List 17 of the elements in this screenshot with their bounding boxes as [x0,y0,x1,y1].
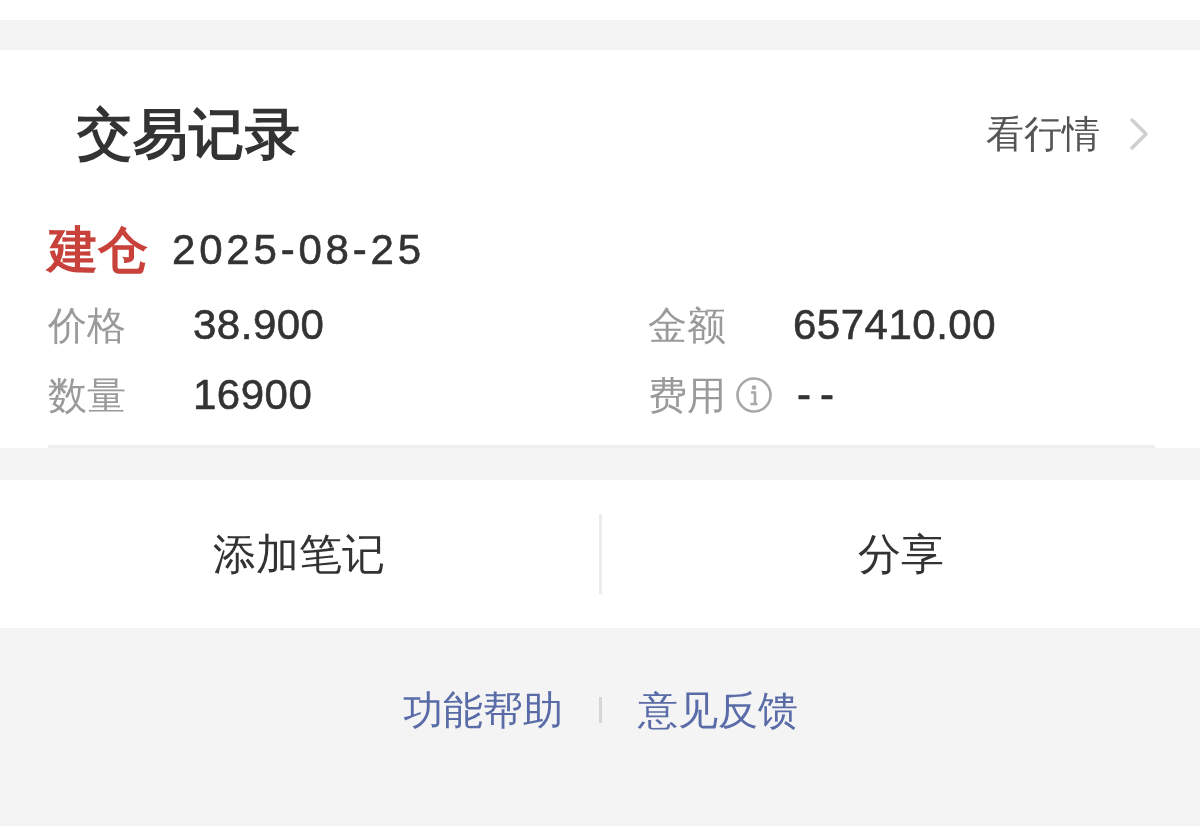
feedback-link[interactable]: 意见反馈 [637,690,798,730]
chevron-right-icon [1130,118,1148,150]
info-icon[interactable] [736,377,772,413]
field-value: 38.900 [193,304,325,346]
card-title: 交易记录 [77,106,301,162]
field-value: -- [797,374,843,416]
field-label: 数量 [48,375,126,415]
field-label: 费用 [648,375,726,415]
trade-date: 2025-08-25 [172,229,425,271]
field-label: 金额 [648,305,726,345]
help-link[interactable]: 功能帮助 [402,690,563,730]
share-button[interactable]: 分享 [601,480,1200,628]
field-value: 657410.00 [793,304,997,346]
field-label: 价格 [48,305,126,345]
market-link[interactable]: 看行情 [986,115,1148,153]
add-note-button[interactable]: 添加笔记 [0,480,599,628]
field-value: 16900 [193,374,313,416]
